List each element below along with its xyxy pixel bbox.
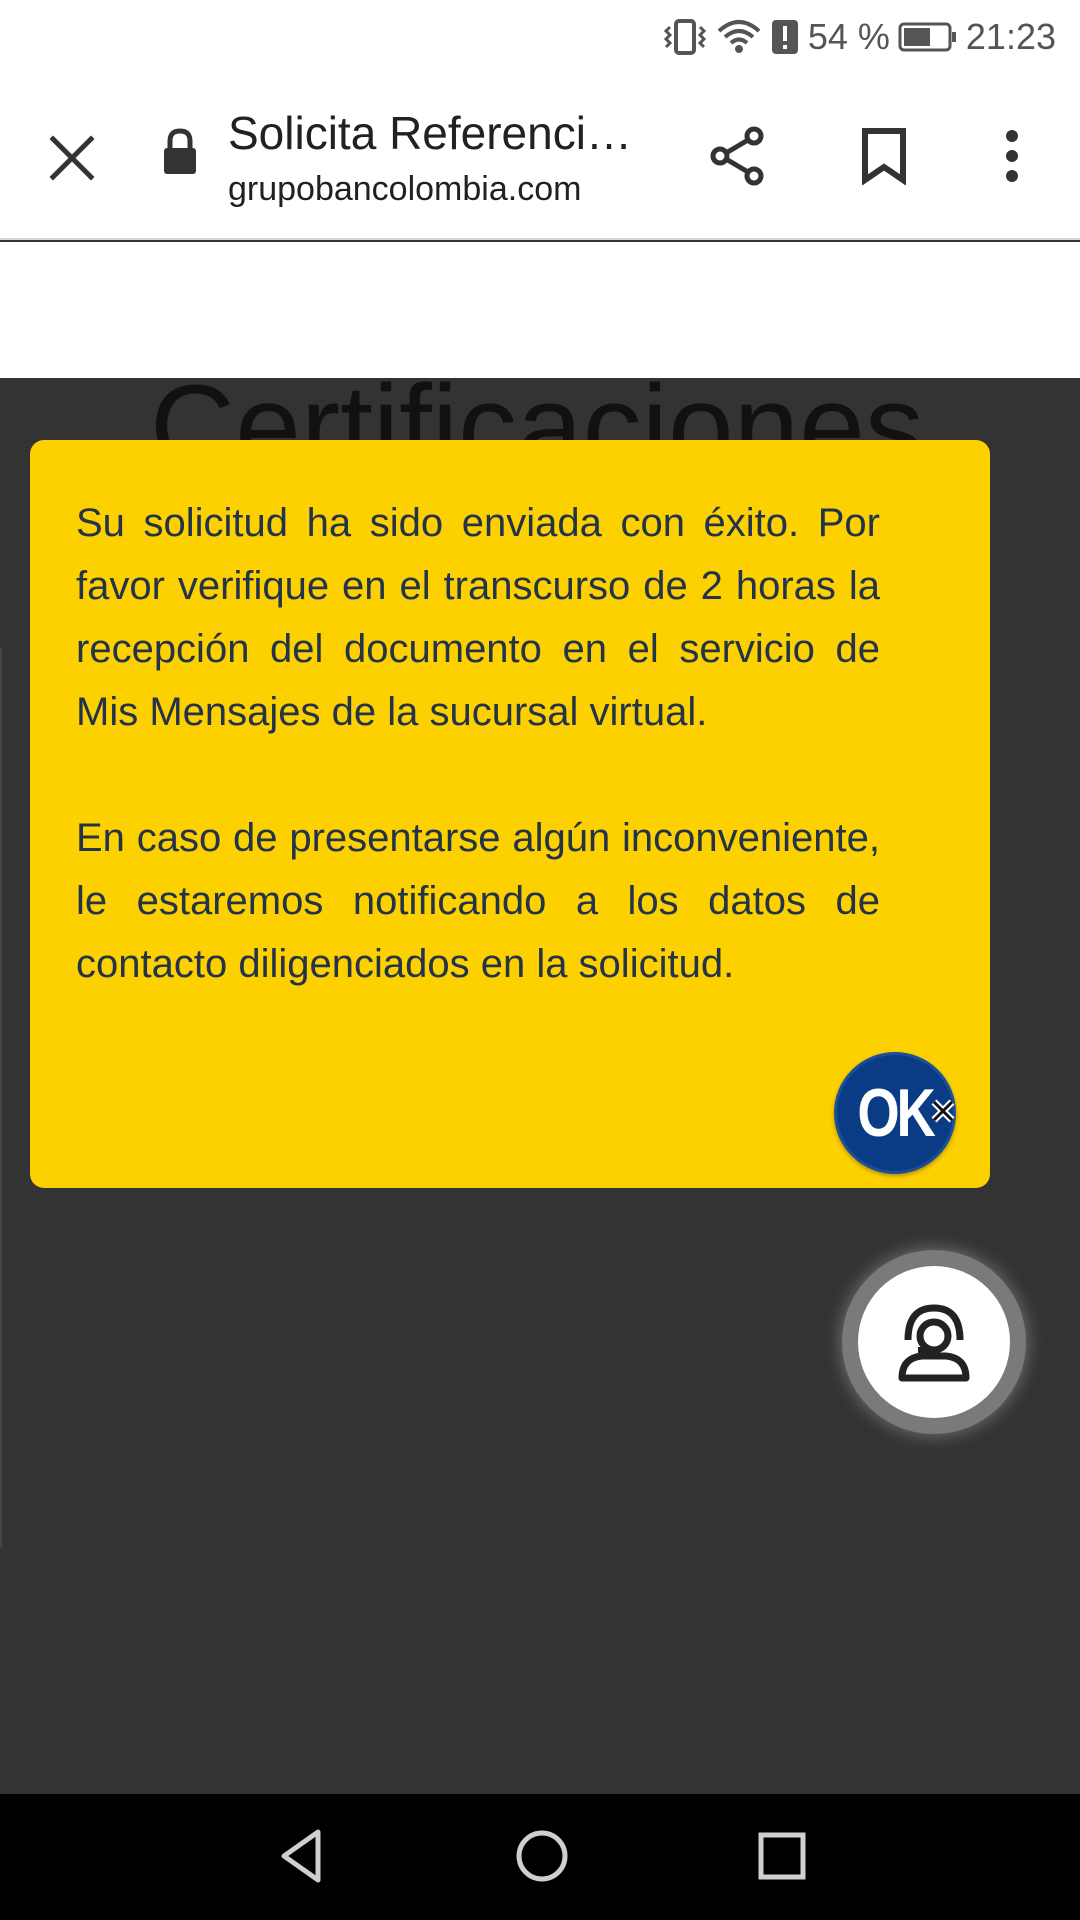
- battery-icon: [898, 21, 958, 53]
- agent-support-icon: [894, 1298, 974, 1387]
- wifi-icon: [716, 17, 762, 57]
- more-vert-icon[interactable]: [974, 118, 1050, 194]
- chat-button-inner: [858, 1266, 1010, 1418]
- system-nav-bar: [0, 1794, 1080, 1920]
- alert-icon: [770, 17, 800, 57]
- battery-percent: 54 %: [807, 16, 890, 57]
- clock: 21:23: [965, 16, 1056, 57]
- page-url[interactable]: grupobancolombia.com: [228, 170, 581, 209]
- success-modal: Su solicitud ha sido enviada con éxito. …: [30, 440, 990, 1188]
- close-icon[interactable]: [928, 1096, 958, 1126]
- modal-paragraph-2: En caso de presentarse algún inconvenien…: [76, 816, 880, 986]
- home-icon[interactable]: [510, 1824, 574, 1888]
- chat-button[interactable]: [842, 1250, 1026, 1434]
- modal-paragraph-1: Su solicitud ha sido enviada con éxito. …: [76, 501, 880, 734]
- page-header-area: [0, 242, 1080, 378]
- bookmark-icon[interactable]: [846, 118, 922, 194]
- page-title[interactable]: Solicita Referenci…: [228, 106, 648, 160]
- status-bar: 54 % 21:23: [0, 0, 1080, 74]
- modal-message: Su solicitud ha sido enviada con éxito. …: [76, 492, 880, 996]
- vibrate-icon: [662, 17, 708, 57]
- lock-icon[interactable]: [162, 128, 210, 184]
- browser-toolbar: Solicita Referenci… grupobancolombia.com: [0, 74, 1080, 240]
- close-icon[interactable]: [36, 122, 108, 194]
- share-icon[interactable]: [700, 118, 776, 194]
- recents-icon[interactable]: [750, 1824, 814, 1888]
- status-icons: 54 % 21:23: [662, 12, 1056, 62]
- ok-label: OK: [857, 1075, 935, 1151]
- back-icon[interactable]: [270, 1824, 334, 1888]
